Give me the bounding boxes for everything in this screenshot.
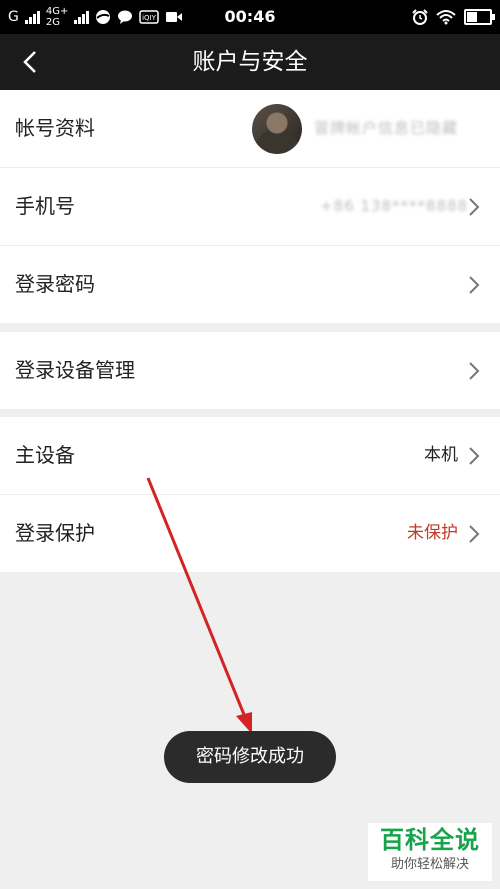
toast-message: 密码修改成功 bbox=[164, 731, 336, 783]
watermark-title: 百科全说 bbox=[380, 826, 480, 854]
watermark-logo: 百科全说 助你轻松解决 bbox=[368, 823, 492, 881]
watermark-subtitle: 助你轻松解决 bbox=[390, 857, 469, 872]
